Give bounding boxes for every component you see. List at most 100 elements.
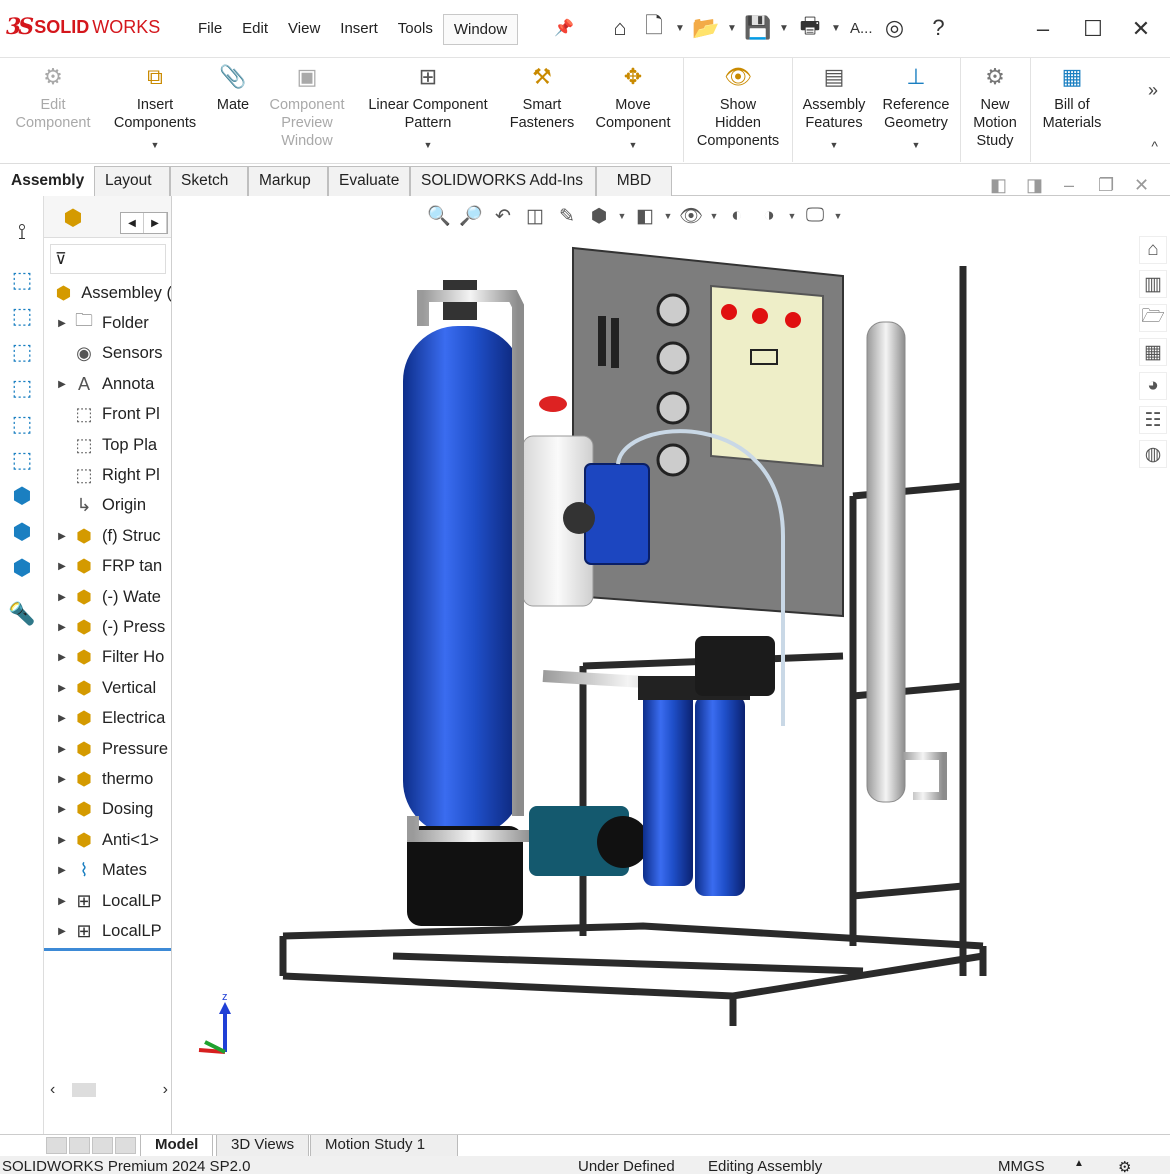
tree-item[interactable]: ▶ ⬢ Filter Ho xyxy=(44,643,171,673)
expand-arrow-icon[interactable]: ▶ xyxy=(54,865,70,876)
bill-of-materials-button[interactable]: ▦ Bill of Materials xyxy=(1034,60,1110,132)
print-icon[interactable]: 🖶 xyxy=(796,13,824,42)
menu-window[interactable]: Window xyxy=(442,14,519,45)
expand-arrow-icon[interactable]: ▶ xyxy=(54,713,70,724)
menu-file[interactable]: File xyxy=(188,14,232,45)
close-icon[interactable]: ✕ xyxy=(1124,14,1158,44)
solidworks-forum-icon[interactable]: ◍ xyxy=(1139,440,1167,468)
new-motion-study-button[interactable]: ⚙ New Motion Study xyxy=(964,60,1026,150)
save-dropdown-icon[interactable]: ▼ xyxy=(778,23,790,34)
pin-menu-icon[interactable]: 📌 xyxy=(554,18,574,38)
unit-system[interactable]: MMGS xyxy=(998,1158,1045,1174)
tree-item[interactable]: ▶ ⬢ Anti<1> xyxy=(44,825,171,855)
scroll-thumb[interactable] xyxy=(72,1083,96,1097)
top-view-icon[interactable]: ⬚ xyxy=(8,410,36,438)
help-icon[interactable]: ? xyxy=(925,14,953,42)
sensor-flashlight-icon[interactable]: 🔦 xyxy=(8,600,36,628)
assembly-features-dropdown-icon[interactable]: ▼ xyxy=(830,136,839,154)
tree-item[interactable]: ▶ ⬢ thermo xyxy=(44,764,171,794)
previous-view-icon[interactable]: ↶ xyxy=(489,202,517,230)
tree-item[interactable]: ◉ Sensors xyxy=(44,339,171,369)
tree-filter[interactable]: ⊽ xyxy=(50,244,166,274)
view-orientation-icon[interactable]: ⬢ xyxy=(585,202,613,230)
section-view-icon[interactable]: ◫ xyxy=(521,202,549,230)
expand-arrow-icon[interactable]: ▶ xyxy=(54,652,70,663)
tab-mbd[interactable]: MBD xyxy=(596,166,672,196)
custom-properties-icon[interactable]: ☷ xyxy=(1139,406,1167,434)
expand-arrow-icon[interactable]: ▶ xyxy=(54,744,70,755)
assembly-features-button[interactable]: ▤ Assembly Features ▼ xyxy=(798,60,870,154)
insert-components-button[interactable]: ⧉ Insert Components ▼ xyxy=(106,60,204,154)
menu-edit[interactable]: Edit xyxy=(232,14,278,45)
expand-arrow-icon[interactable]: ▶ xyxy=(54,804,70,815)
tree-horizontal-scrollbar[interactable]: ‹ › xyxy=(50,1080,168,1100)
dimetric-view-icon[interactable]: ⬢ xyxy=(8,554,36,582)
tree-item[interactable]: ▶ ⌇ Mates xyxy=(44,856,171,886)
tree-item[interactable]: ▶ ⬢ (-) Press xyxy=(44,612,171,642)
hide-show-items-icon[interactable]: 👁 xyxy=(677,202,705,230)
design-library-icon[interactable]: ▥ xyxy=(1139,270,1167,298)
front-view-icon[interactable]: ⬚ xyxy=(8,266,36,294)
appearances-icon[interactable]: ◕ xyxy=(1139,372,1167,400)
normal-to-icon[interactable]: ⟟ xyxy=(8,218,36,246)
bottom-view-icon[interactable]: ⬚ xyxy=(8,446,36,474)
tree-item[interactable]: ▶ ⊞ LocalLP xyxy=(44,916,171,946)
tree-item[interactable]: ▶ A Annota xyxy=(44,369,171,399)
expand-arrow-icon[interactable]: ▶ xyxy=(54,561,70,572)
feature-manager-tab-icon[interactable]: ⬢ xyxy=(58,204,88,232)
expand-arrow-icon[interactable]: ▶ xyxy=(54,318,70,329)
new-document-icon[interactable]: 🗋 xyxy=(640,13,668,42)
edit-appearance-icon[interactable]: ◐ xyxy=(723,202,751,230)
apply-scene-dropdown-icon[interactable]: ▼ xyxy=(787,202,797,230)
customize-icon[interactable]: ⚙ xyxy=(1118,1158,1131,1174)
expand-arrow-icon[interactable]: ▶ xyxy=(54,926,70,937)
rollback-bar[interactable] xyxy=(44,948,171,951)
view-orientation-dropdown-icon[interactable]: ▼ xyxy=(617,202,627,230)
expand-arrow-icon[interactable]: ▶ xyxy=(54,379,70,390)
left-view-icon[interactable]: ⬚ xyxy=(8,338,36,366)
zoom-to-area-icon[interactable]: 🔎 xyxy=(457,202,485,230)
expand-arrow-icon[interactable]: ▶ xyxy=(54,622,70,633)
show-hidden-components-button[interactable]: 👁 Show Hidden Components xyxy=(688,60,788,150)
isometric-view-icon[interactable]: ⬢ xyxy=(8,482,36,510)
tree-item[interactable]: ▶ ⬢ Vertical xyxy=(44,673,171,703)
tree-item[interactable]: ⬚ Front Pl xyxy=(44,400,171,430)
tree-item[interactable]: ▶ ⬢ Pressure xyxy=(44,734,171,764)
ribbon-more-icon[interactable]: » xyxy=(1148,80,1158,101)
tree-item[interactable]: ▶ ⬢ Dosing xyxy=(44,795,171,825)
units-dropdown-icon[interactable]: ▲ xyxy=(1074,1158,1084,1169)
open-dropdown-icon[interactable]: ▼ xyxy=(726,23,738,34)
expand-arrow-icon[interactable]: ▶ xyxy=(54,683,70,694)
tree-item[interactable]: ▶ 🗀 Folder xyxy=(44,308,171,338)
tab-3d-views[interactable]: 3D Views xyxy=(216,1135,310,1157)
tree-item[interactable]: ▶ ⬢ (-) Wate xyxy=(44,582,171,612)
component-preview-window-button[interactable]: ▣ Component Preview Window xyxy=(262,60,352,150)
expand-arrow-icon[interactable]: ▶ xyxy=(54,835,70,846)
new-dropdown-icon[interactable]: ▼ xyxy=(674,23,686,34)
mate-button[interactable]: 📎 Mate xyxy=(210,60,256,114)
expand-arrow-icon[interactable]: ▶ xyxy=(54,592,70,603)
apply-scene-icon[interactable]: ◑ xyxy=(755,202,783,230)
tree-item[interactable]: ▶ ⬢ FRP tan xyxy=(44,552,171,582)
scroll-right-icon[interactable]: › xyxy=(163,1081,168,1099)
home-icon[interactable]: ⌂ xyxy=(606,14,634,42)
display-style-dropdown-icon[interactable]: ▼ xyxy=(663,202,673,230)
view-settings-dropdown-icon[interactable]: ▼ xyxy=(833,202,843,230)
tree-item[interactable]: ▶ ⬢ Electrica xyxy=(44,704,171,734)
menu-view[interactable]: View xyxy=(278,14,330,45)
print-dropdown-icon[interactable]: ▼ xyxy=(830,23,842,34)
insert-components-dropdown-icon[interactable]: ▼ xyxy=(151,136,160,154)
tree-item[interactable]: ⬢ Assembley ( xyxy=(44,278,171,308)
maximize-icon[interactable]: ☐ xyxy=(1076,14,1110,44)
linear-component-pattern-button[interactable]: ⊞ Linear Component Pattern ▼ xyxy=(358,60,498,154)
display-style-icon[interactable]: ◧ xyxy=(631,202,659,230)
open-icon[interactable]: 📂 xyxy=(692,14,720,42)
user-icon[interactable]: ◎ xyxy=(881,14,909,42)
move-component-dropdown-icon[interactable]: ▼ xyxy=(629,136,638,154)
solidworks-logo[interactable]: 3S SOLID WORKS xyxy=(6,14,160,40)
file-explorer-icon[interactable]: 🗁 xyxy=(1139,304,1167,332)
tab-sketch[interactable]: Sketch xyxy=(170,166,248,196)
edit-component-button[interactable]: ⚙ Edit Component xyxy=(8,60,98,132)
tree-item[interactable]: ▶ ⬢ (f) Struc xyxy=(44,521,171,551)
next-tab-icon[interactable] xyxy=(92,1137,113,1154)
